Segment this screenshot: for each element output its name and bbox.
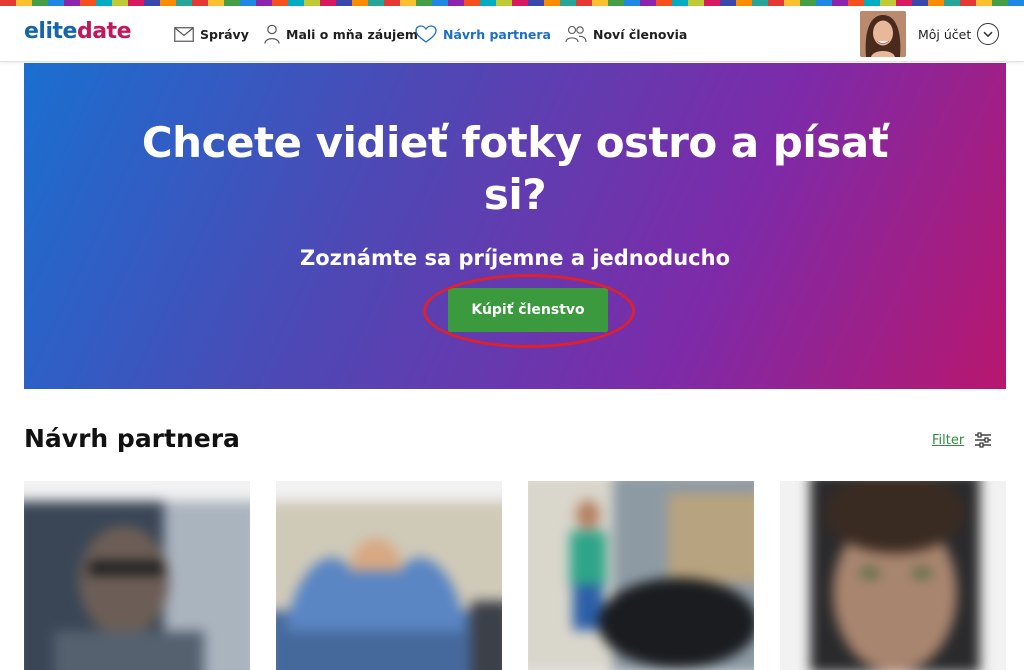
- nav-new-members[interactable]: Noví členovia: [565, 6, 687, 62]
- partner-card[interactable]: [780, 481, 1006, 670]
- partner-card[interactable]: [24, 481, 250, 670]
- nav-interested[interactable]: Mali o mňa záujem: [264, 6, 418, 62]
- account-menu[interactable]: Môj účet: [918, 6, 1000, 62]
- heart-icon: [415, 25, 437, 43]
- partner-card[interactable]: [528, 481, 754, 670]
- blurred-profile-photo: [24, 501, 250, 670]
- section-title: Návrh partnera: [24, 424, 240, 453]
- hero-subtitle: Zoznámte sa príjemne a jednoducho: [299, 246, 730, 270]
- avatar[interactable]: [860, 11, 906, 57]
- envelope-icon: [174, 26, 194, 42]
- blurred-profile-photo: [528, 481, 754, 670]
- chevron-down-icon: [977, 23, 1000, 45]
- hero-banner: Chcete vidieť fotky ostro a písať si? Zo…: [24, 63, 1006, 389]
- hero-title: Chcete vidieť fotky ostro a písať si?: [141, 118, 889, 219]
- logo[interactable]: elitedate: [24, 19, 131, 44]
- nav-suggestion-label: Návrh partnera: [443, 26, 551, 42]
- nav-interested-label: Mali o mňa záujem: [286, 26, 418, 42]
- top-navigation: elitedate Správy Mali o mňa záujem Návrh…: [0, 6, 1024, 62]
- account-label: Môj účet: [918, 26, 972, 42]
- blurred-profile-photo: [810, 481, 980, 670]
- person-icon: [264, 24, 280, 44]
- people-icon: [565, 25, 587, 43]
- nav-messages-label: Správy: [200, 26, 249, 42]
- blurred-profile-photo: [276, 501, 502, 670]
- partner-card[interactable]: [276, 481, 502, 670]
- sliders-icon: [975, 432, 992, 448]
- filter-button[interactable]: Filter: [932, 432, 992, 448]
- filter-label: Filter: [932, 432, 965, 448]
- nav-new-members-label: Noví členovia: [593, 26, 688, 42]
- nav-messages[interactable]: Správy: [174, 6, 249, 62]
- buy-membership-button[interactable]: Kúpiť členstvo: [448, 288, 608, 332]
- nav-suggestion[interactable]: Návrh partnera: [415, 6, 551, 62]
